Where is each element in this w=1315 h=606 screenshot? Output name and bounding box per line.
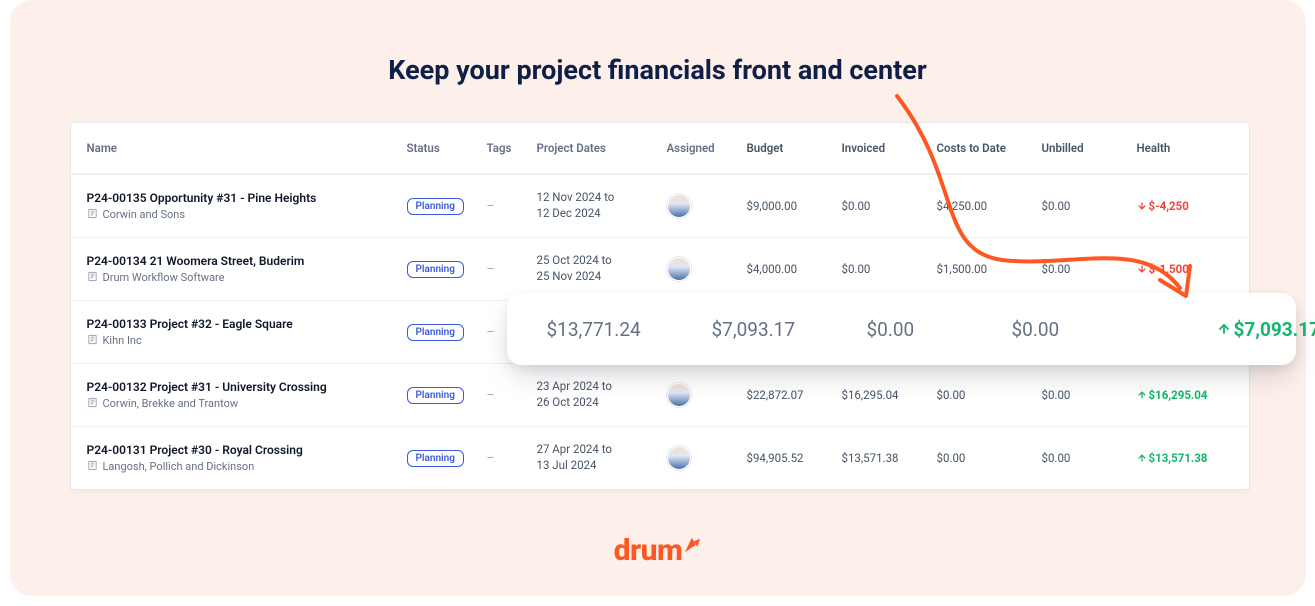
- status-badge[interactable]: Planning: [407, 324, 464, 341]
- dates-cell: 23 Apr 2024 to26 Oct 2024: [537, 379, 667, 410]
- tags-cell: –: [487, 451, 537, 465]
- project-name[interactable]: P24-00131 Project #30 - Royal Crossing: [87, 443, 407, 457]
- assigned-cell[interactable]: [667, 383, 747, 407]
- invoiced-cell: $13,571.38: [842, 451, 937, 465]
- building-icon: [87, 271, 98, 285]
- arrow-up-icon: [1217, 322, 1231, 336]
- company-name: Langosh, Pollich and Dickinson: [87, 460, 407, 474]
- col-unbilled[interactable]: Unbilled: [1042, 141, 1137, 155]
- company-name: Drum Workflow Software: [87, 271, 407, 285]
- assigned-cell[interactable]: [667, 194, 747, 218]
- tags-cell: –: [487, 388, 537, 402]
- project-name[interactable]: P24-00134 21 Woomera Street, Buderim: [87, 254, 407, 268]
- budget-cell: $22,872.07: [747, 388, 842, 402]
- building-icon: [87, 208, 98, 222]
- dates-cell: 27 Apr 2024 to13 Jul 2024: [537, 442, 667, 473]
- health-cell: $-1,500: [1137, 262, 1247, 277]
- highlight-unbilled: $0.00: [1012, 318, 1217, 341]
- col-dates[interactable]: Project Dates: [537, 141, 667, 155]
- col-invoiced[interactable]: Invoiced: [842, 141, 937, 155]
- costs-cell: $4,250.00: [937, 199, 1042, 213]
- budget-cell: $94,905.52: [747, 451, 842, 465]
- costs-cell: $0.00: [937, 388, 1042, 402]
- dates-cell: 12 Nov 2024 to12 Dec 2024: [537, 190, 667, 221]
- unbilled-cell: $0.00: [1042, 262, 1137, 276]
- unbilled-cell: $0.00: [1042, 451, 1137, 465]
- highlight-costs: $0.00: [867, 318, 1012, 341]
- company-name: Corwin and Sons: [87, 208, 407, 222]
- col-budget[interactable]: Budget: [747, 141, 842, 155]
- invoiced-cell: $16,295.04: [842, 388, 937, 402]
- tags-cell: –: [487, 199, 537, 213]
- table-row[interactable]: P24-00134 21 Woomera Street, Buderim Drum…: [71, 237, 1249, 300]
- status-badge[interactable]: Planning: [407, 261, 464, 278]
- budget-cell: $9,000.00: [747, 199, 842, 213]
- tags-cell: –: [487, 262, 537, 276]
- budget-cell: $4,000.00: [747, 262, 842, 276]
- table-row[interactable]: P24-00131 Project #30 - Royal Crossing La…: [71, 426, 1249, 489]
- col-assigned[interactable]: Assigned: [667, 141, 747, 155]
- status-badge[interactable]: Planning: [407, 198, 464, 215]
- costs-cell: $1,500.00: [937, 262, 1042, 276]
- health-cell: $-4,250: [1137, 199, 1247, 214]
- table-header-row: Name Status Tags Project Dates Assigned …: [71, 123, 1249, 174]
- invoiced-cell: $0.00: [842, 262, 937, 276]
- unbilled-cell: $0.00: [1042, 199, 1137, 213]
- highlight-health: $7,093.17: [1217, 318, 1315, 341]
- health-cell: $13,571.38: [1137, 451, 1247, 466]
- invoiced-cell: $0.00: [842, 199, 937, 213]
- table-row[interactable]: P24-00132 Project #31 - University Cross…: [71, 363, 1249, 426]
- col-health[interactable]: Health: [1137, 141, 1247, 155]
- col-tags[interactable]: Tags: [487, 141, 537, 155]
- highlight-invoiced: $7,093.17: [712, 318, 867, 341]
- avatar[interactable]: [667, 383, 691, 407]
- status-badge[interactable]: Planning: [407, 387, 464, 404]
- company-name: Kihn Inc: [87, 334, 407, 348]
- status-badge[interactable]: Planning: [407, 450, 464, 467]
- company-name: Corwin, Brekke and Trantow: [87, 397, 407, 411]
- unbilled-cell: $0.00: [1042, 388, 1137, 402]
- table-row[interactable]: P24-00135 Opportunity #31 - Pine Heights…: [71, 174, 1249, 237]
- col-costs[interactable]: Costs to Date: [937, 141, 1042, 155]
- avatar[interactable]: [667, 257, 691, 281]
- highlight-budget: $13,771.24: [547, 318, 712, 341]
- project-name[interactable]: P24-00135 Opportunity #31 - Pine Heights: [87, 191, 407, 205]
- highlight-row-card: $13,771.24 $7,093.17 $0.00 $0.00 $7,093.…: [507, 293, 1296, 365]
- avatar[interactable]: [667, 194, 691, 218]
- assigned-cell[interactable]: [667, 446, 747, 470]
- assigned-cell[interactable]: [667, 257, 747, 281]
- project-name[interactable]: P24-00133 Project #32 - Eagle Square: [87, 317, 407, 331]
- building-icon: [87, 397, 98, 411]
- page-headline: Keep your project financials front and c…: [10, 54, 1306, 86]
- project-name[interactable]: P24-00132 Project #31 - University Cross…: [87, 380, 407, 394]
- building-icon: [87, 334, 98, 348]
- building-icon: [87, 460, 98, 474]
- drum-logo: drum: [10, 533, 1306, 568]
- col-name[interactable]: Name: [87, 141, 407, 155]
- col-status[interactable]: Status: [407, 141, 487, 155]
- health-cell: $16,295.04: [1137, 388, 1247, 403]
- dates-cell: 25 Oct 2024 to25 Nov 2024: [537, 253, 667, 284]
- costs-cell: $0.00: [937, 451, 1042, 465]
- avatar[interactable]: [667, 446, 691, 470]
- logo-mark-icon: [683, 527, 701, 562]
